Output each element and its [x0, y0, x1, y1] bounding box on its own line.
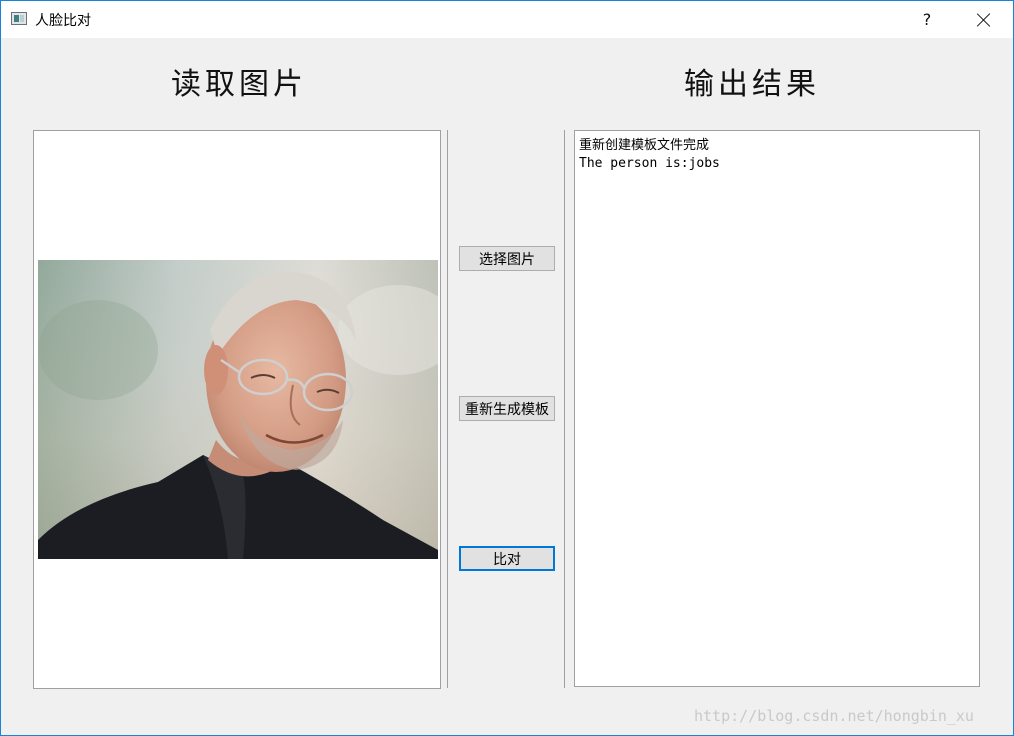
main-window: 人脸比对 ? 读取图片 输出结果 选择图片 重新生成模板 比对 重新创建模板文件…	[0, 0, 1014, 736]
portrait-photo	[38, 260, 438, 559]
left-divider	[447, 130, 448, 688]
watermark-text: http://blog.csdn.net/hongbin_xu	[694, 707, 974, 725]
close-button[interactable]	[961, 1, 1007, 38]
title-bar[interactable]: 人脸比对 ?	[1, 1, 1013, 38]
window-title: 人脸比对	[35, 13, 91, 29]
compare-button[interactable]: 比对	[459, 546, 555, 571]
right-divider	[564, 130, 565, 688]
output-result-heading: 输出结果	[684, 67, 820, 102]
app-window-icon	[11, 12, 27, 25]
output-line: The person is:jobs	[579, 156, 720, 171]
help-button[interactable]: ?	[904, 1, 950, 38]
read-image-heading: 读取图片	[171, 67, 307, 102]
image-display-panel	[33, 130, 441, 689]
close-icon	[976, 12, 992, 28]
regenerate-template-button[interactable]: 重新生成模板	[459, 396, 555, 421]
output-line: 重新创建模板文件完成	[579, 138, 710, 153]
output-text-area[interactable]: 重新创建模板文件完成 The person is:jobs	[574, 130, 980, 687]
select-image-button[interactable]: 选择图片	[459, 246, 555, 271]
